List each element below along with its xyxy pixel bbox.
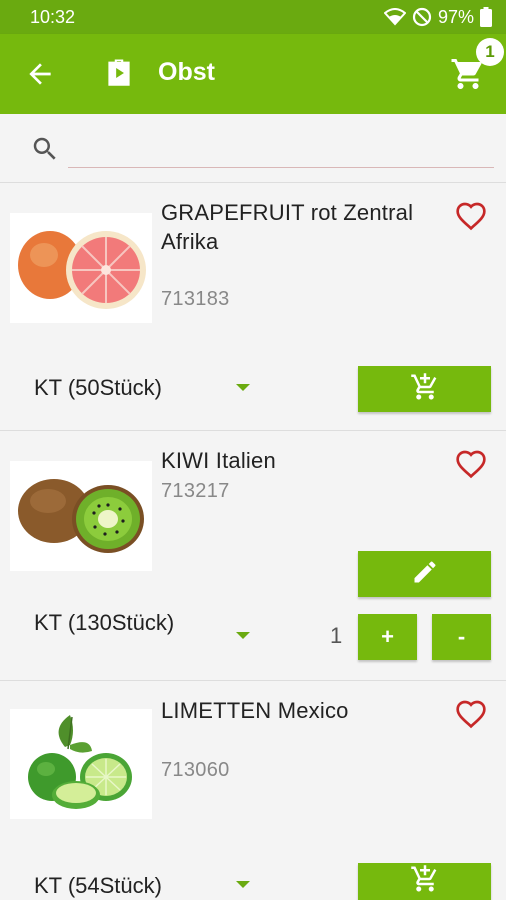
shopping-bag-icon: [102, 56, 136, 90]
product-code: 713060: [161, 759, 230, 781]
unit-select[interactable]: KT (130Stück): [34, 608, 214, 637]
dropdown-arrow-icon[interactable]: [236, 384, 250, 391]
cart-count-badge: 1: [476, 38, 504, 66]
wifi-icon: [383, 8, 406, 26]
product-image-limetten[interactable]: [10, 709, 152, 819]
favorite-heart-icon[interactable]: [455, 449, 487, 479]
status-bar: 10:32 97%: [0, 0, 506, 34]
unit-select[interactable]: KT (54Stück): [34, 871, 214, 900]
battery-icon: [480, 7, 492, 27]
edit-button[interactable]: [358, 551, 491, 597]
product-item-kiwi: KIWI Italien 713217 KT (130Stück) 1 + -: [0, 431, 506, 681]
product-code: 713183: [161, 288, 230, 310]
product-item-limetten: LIMETTEN Mexico 713060 KT (54Stück): [0, 681, 506, 900]
dnd-icon: [412, 7, 432, 27]
product-name: LIMETTEN Mexico: [161, 698, 349, 723]
search-icon: [30, 134, 60, 164]
edit-pencil-icon: [411, 558, 439, 591]
product-name: KIWI Italien: [161, 448, 276, 473]
product-image-kiwi[interactable]: [10, 461, 152, 571]
unit-select[interactable]: KT (50Stück): [34, 373, 214, 402]
status-time: 10:32: [30, 6, 76, 27]
app-bar: Obst 1: [0, 34, 506, 114]
decrease-quantity-button[interactable]: -: [432, 614, 491, 660]
quantity-value: 1: [330, 623, 343, 648]
battery-level: 97%: [437, 6, 474, 27]
search-input[interactable]: [68, 128, 494, 168]
favorite-heart-icon[interactable]: [455, 201, 487, 231]
search-bar: [0, 114, 506, 183]
product-image-grapefruit[interactable]: [10, 213, 152, 323]
page-title: Obst: [158, 58, 215, 86]
increase-quantity-button[interactable]: +: [358, 614, 417, 660]
favorite-heart-icon[interactable]: [455, 699, 487, 729]
dropdown-arrow-icon[interactable]: [236, 632, 250, 639]
add-to-cart-button[interactable]: [358, 366, 491, 412]
dropdown-arrow-icon[interactable]: [236, 881, 250, 888]
product-item-grapefruit: GRAPEFRUIT rot Zentral Afrika 713183 KT …: [0, 183, 506, 431]
add-to-cart-button[interactable]: [358, 863, 491, 900]
add-cart-icon: [410, 372, 440, 407]
back-arrow-icon[interactable]: [24, 58, 56, 90]
product-code: 713217: [161, 480, 230, 502]
add-cart-icon: [410, 864, 440, 899]
product-name: GRAPEFRUIT rot Zentral Afrika: [161, 200, 414, 254]
